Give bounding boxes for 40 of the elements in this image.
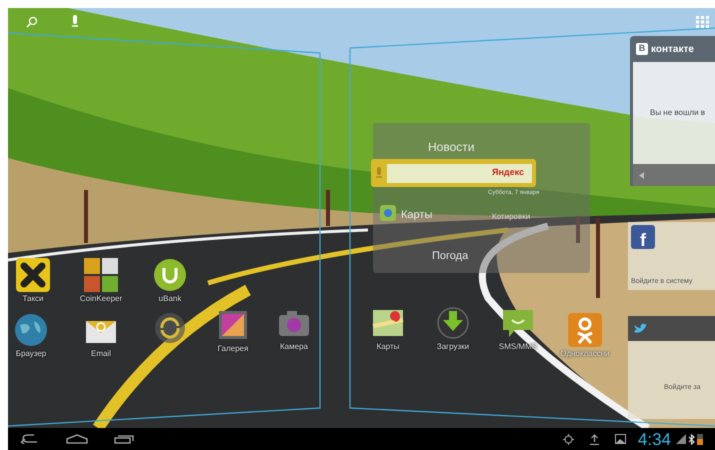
signal-icon xyxy=(676,434,686,444)
circle-arrows-icon xyxy=(153,311,187,345)
app-label[interactable]: CoinKeeper xyxy=(80,294,122,304)
search-bar[interactable]: Яндекс xyxy=(371,159,536,187)
circle-u-icon xyxy=(153,258,187,292)
left-arrow-icon[interactable] xyxy=(639,172,644,178)
app-label[interactable]: Email xyxy=(90,349,111,359)
app-label[interactable]: Загрузки xyxy=(436,342,470,352)
app-label[interactable]: Такси xyxy=(22,294,44,304)
home-icon[interactable] xyxy=(66,434,88,444)
app-label[interactable]: Галерея xyxy=(218,344,248,354)
location-icon xyxy=(562,434,574,444)
image-icon xyxy=(614,434,626,444)
app-label[interactable]: Камера xyxy=(280,342,308,352)
person-icon xyxy=(568,313,602,347)
bird-icon xyxy=(634,323,647,334)
download-icon xyxy=(436,306,470,340)
battery-icon xyxy=(697,433,703,445)
vk-message: Вы не вошли в xyxy=(650,107,706,119)
upload-icon xyxy=(590,434,599,444)
microphone-icon[interactable] xyxy=(71,15,79,29)
vk-title: контакте xyxy=(651,42,694,56)
search-icon[interactable] xyxy=(26,16,38,28)
vk-logo: В xyxy=(636,43,648,55)
cross-icon xyxy=(16,258,50,292)
app-label[interactable]: uBank xyxy=(158,294,182,304)
grid-icon[interactable] xyxy=(696,16,709,28)
globe-icon xyxy=(14,313,48,347)
clock-time: 4:34 xyxy=(638,430,671,448)
tiles-icon xyxy=(84,258,118,292)
facebook-logo: f xyxy=(631,225,655,249)
picture-icon xyxy=(216,308,250,342)
back-icon[interactable] xyxy=(20,434,38,444)
search-logo: Яндекс xyxy=(492,166,524,180)
app-label[interactable]: Браузер xyxy=(16,349,46,359)
microphone-icon[interactable] xyxy=(375,166,383,180)
app-label[interactable]: Карты xyxy=(376,342,400,352)
recent-apps-icon[interactable] xyxy=(114,434,134,444)
bluetooth-icon xyxy=(688,434,695,444)
weather-label[interactable]: Погода xyxy=(432,248,468,264)
